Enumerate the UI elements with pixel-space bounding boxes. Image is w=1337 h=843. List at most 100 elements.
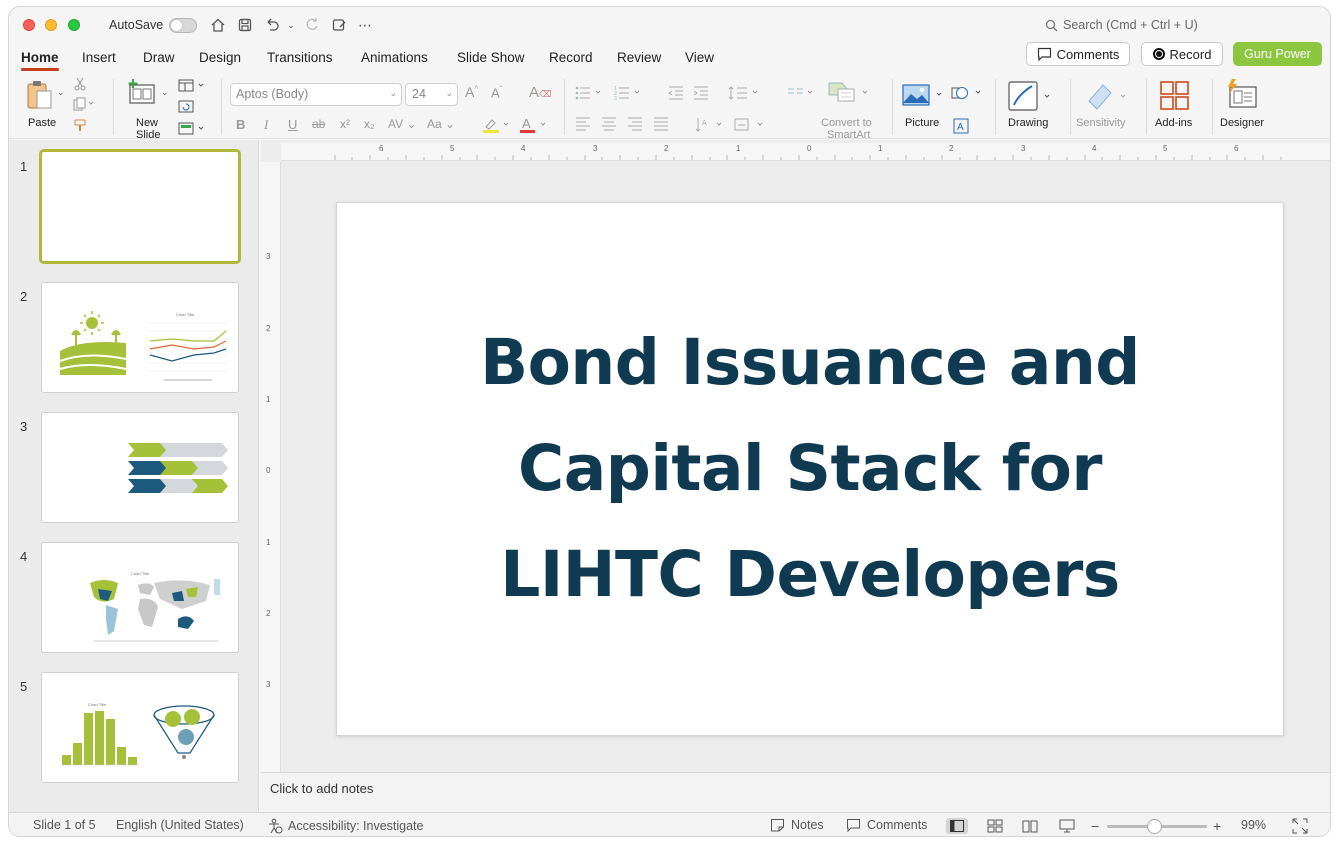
decrease-font-icon[interactable]: Aˇ [491, 85, 502, 100]
zoom-slider[interactable] [1107, 819, 1207, 834]
align-right-icon[interactable] [627, 117, 643, 134]
italic-icon[interactable]: I [264, 117, 268, 133]
slide-thumbnail-5[interactable]: Chart Title [41, 672, 239, 783]
columns-icon[interactable] [787, 86, 817, 103]
paste-dropdown-icon[interactable]: ⌄ [57, 87, 65, 98]
slide-title[interactable]: Bond Issuance and Capital Stack for LIHT… [430, 310, 1190, 628]
slide-thumbnail-2[interactable]: Chart Title [41, 282, 239, 393]
comments-toggle-button[interactable]: Comments [846, 818, 927, 832]
cut-icon[interactable] [73, 77, 87, 94]
autosave-toggle[interactable] [169, 18, 197, 33]
paste-icon[interactable] [25, 79, 55, 114]
sensitivity-icon[interactable] [1085, 81, 1131, 114]
more-options-icon[interactable]: ⋯ [355, 15, 375, 35]
comments-button[interactable]: Comments [1026, 42, 1130, 66]
text-box-icon[interactable]: A [953, 118, 969, 137]
ruler-number: 0 [266, 466, 271, 475]
font-size-select[interactable]: 24 ⌄ [405, 83, 458, 106]
subscript-icon[interactable]: x₂ [364, 117, 375, 131]
zoom-level[interactable]: 99% [1241, 818, 1266, 832]
tab-review[interactable]: Review [617, 50, 661, 65]
drawing-icon[interactable] [1008, 81, 1054, 114]
section-icon[interactable] [177, 121, 207, 140]
tab-insert[interactable]: Insert [82, 50, 116, 65]
change-case-icon[interactable]: Aa ⌄ [427, 117, 455, 131]
zoom-in-icon[interactable]: + [1213, 818, 1221, 834]
present-icon[interactable] [329, 15, 349, 35]
justify-icon[interactable] [653, 117, 669, 134]
paste-label: Paste [28, 117, 57, 129]
align-text-icon[interactable] [733, 117, 767, 136]
tab-view[interactable]: View [685, 50, 714, 65]
tab-animations[interactable]: Animations [361, 50, 428, 65]
tab-design[interactable]: Design [199, 50, 241, 65]
designer-icon[interactable] [1226, 79, 1258, 112]
layout-icon[interactable] [177, 78, 207, 97]
tab-transitions[interactable]: Transitions [267, 50, 333, 65]
vertical-ruler[interactable]: 3 2 1 0 1 2 3 [261, 162, 281, 772]
accessibility-indicator[interactable]: Accessibility: Investigate [267, 818, 423, 834]
guru-power-button[interactable]: Guru Power [1233, 42, 1322, 66]
slide-thumbnail-3[interactable] [41, 412, 239, 523]
slide-thumbnail-1[interactable] [39, 149, 241, 264]
notes-toggle-button[interactable]: Notes [770, 818, 824, 832]
copy-icon[interactable] [73, 97, 95, 114]
increase-indent-icon[interactable] [693, 86, 709, 103]
decrease-indent-icon[interactable] [668, 86, 684, 103]
zoom-window-button[interactable] [68, 19, 80, 31]
redo-icon[interactable] [302, 15, 322, 35]
reading-view-icon[interactable] [1019, 818, 1041, 834]
fit-to-window-icon[interactable] [1292, 818, 1308, 836]
slide-sorter-icon[interactable] [984, 818, 1006, 834]
undo-dropdown-icon[interactable]: ⌄ [281, 15, 301, 35]
font-color-icon[interactable]: A [519, 116, 549, 136]
reset-icon[interactable] [177, 99, 195, 118]
minimize-window-button[interactable] [45, 19, 57, 31]
save-icon[interactable] [235, 15, 255, 35]
ruler-number: 2 [664, 144, 669, 153]
increase-font-icon[interactable]: A^ [465, 84, 478, 100]
undo-icon[interactable] [262, 15, 282, 35]
align-left-icon[interactable] [575, 117, 591, 134]
new-slide-dropdown-icon[interactable]: ⌄ [161, 87, 169, 98]
tab-home[interactable]: Home [21, 50, 59, 71]
home-icon[interactable] [208, 15, 228, 35]
highlight-icon[interactable] [482, 117, 512, 136]
tab-slide-show[interactable]: Slide Show [457, 50, 525, 65]
normal-view-icon[interactable] [946, 818, 968, 834]
close-window-button[interactable] [23, 19, 35, 31]
strikethrough-icon[interactable]: ab [312, 117, 325, 131]
slide-thumbnail-4[interactable]: Chart Title [41, 542, 239, 653]
ruler-number: 1 [878, 144, 883, 153]
character-spacing-icon[interactable]: AV ⌄ [388, 117, 417, 131]
current-slide[interactable]: Bond Issuance and Capital Stack for LIHT… [336, 202, 1284, 736]
font-name-select[interactable]: Aptos (Body) ⌄ [230, 83, 402, 106]
tab-draw[interactable]: Draw [143, 50, 175, 65]
zoom-slider-handle[interactable] [1147, 819, 1162, 834]
superscript-icon[interactable]: x² [340, 117, 350, 131]
text-direction-icon[interactable]: A [695, 117, 725, 136]
new-slide-icon[interactable] [127, 79, 157, 110]
thumbnail-chart-title: Chart Title [88, 702, 107, 707]
format-painter-icon[interactable] [73, 119, 87, 136]
add-ins-icon[interactable] [1160, 81, 1190, 114]
notes-pane[interactable]: Click to add notes [261, 772, 1330, 812]
zoom-out-icon[interactable]: − [1091, 818, 1099, 834]
smartart-icon[interactable] [826, 79, 872, 108]
language-indicator[interactable]: English (United States) [116, 818, 244, 832]
tab-record[interactable]: Record [549, 50, 593, 65]
numbering-icon[interactable]: 123 [614, 86, 644, 103]
search-box[interactable]: Search (Cmd + Ctrl + U) [1045, 18, 1198, 32]
picture-icon[interactable] [902, 83, 948, 110]
font-size-value: 24 [412, 87, 426, 101]
bold-icon[interactable]: B [236, 117, 245, 132]
record-button[interactable]: Record [1141, 42, 1223, 66]
slideshow-view-icon[interactable] [1056, 818, 1078, 834]
line-spacing-icon[interactable] [728, 85, 762, 104]
underline-icon[interactable]: U [288, 117, 297, 132]
bullets-icon[interactable] [575, 86, 605, 103]
shapes-icon[interactable] [951, 84, 985, 105]
clear-formatting-icon[interactable]: A⌫ [529, 84, 552, 101]
horizontal-ruler[interactable]: 6 5 4 3 2 1 0 1 2 3 4 5 6 [281, 143, 1330, 161]
align-center-icon[interactable] [601, 117, 617, 134]
